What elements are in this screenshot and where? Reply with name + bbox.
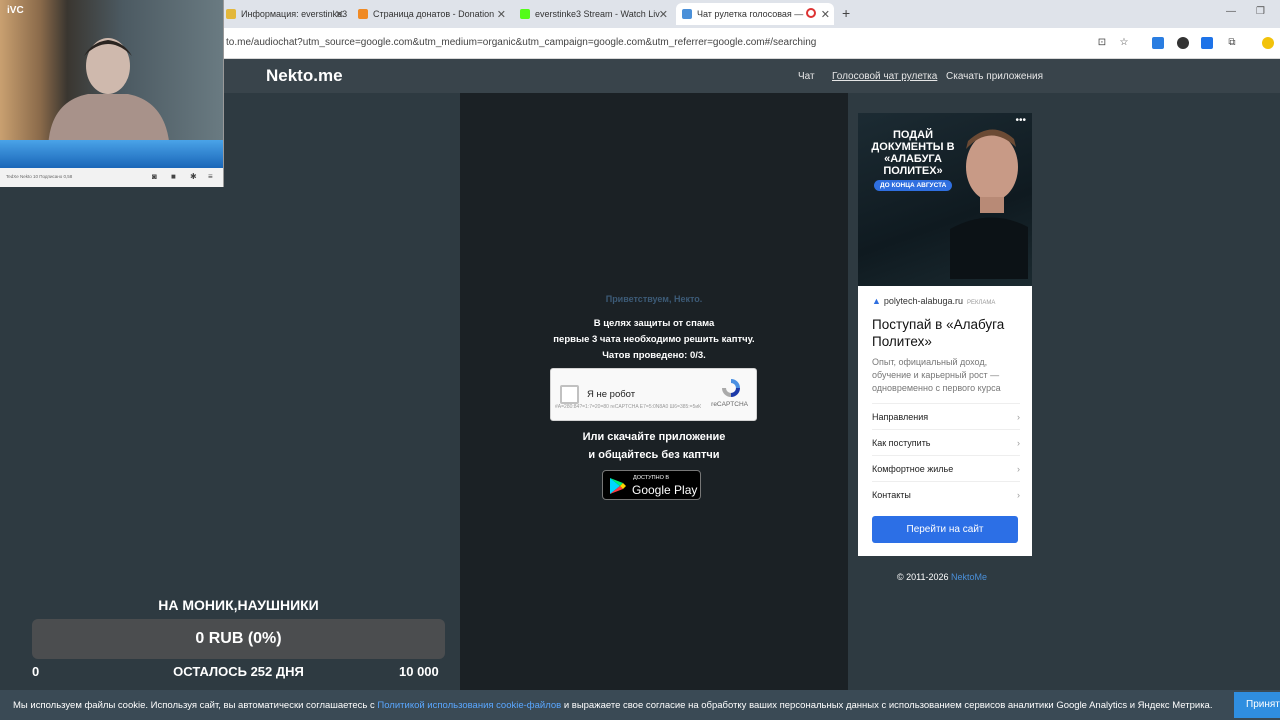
arrow-up-icon: ▲ (872, 296, 881, 306)
chats-count-text: Чатов проведено: 0/3. (602, 350, 706, 361)
video-icon[interactable]: ■ (171, 172, 176, 181)
cookie-banner: Мы используем файлы cookie. Используя са… (0, 690, 1280, 720)
ad-link-contacts[interactable]: Контакты › (872, 481, 1020, 507)
donation-remaining: ОСТАЛОСЬ 252 ДНЯ (173, 664, 304, 679)
nav-chat[interactable]: Чат (798, 71, 815, 82)
nav-voice-chat[interactable]: Голосовой чат рулетка (832, 71, 937, 82)
tab-kick-stream[interactable]: everstinke3 Stream - Watch Liv ✕ (514, 3, 672, 25)
recaptcha-debug-text: #A=280:84?=1:7=20=80 reCAPTCHA E7=5:0N8A… (555, 404, 702, 410)
close-icon[interactable]: ✕ (497, 8, 506, 21)
chevron-right-icon: › (1017, 411, 1020, 422)
tab-title: Страница донатов - Donation (373, 9, 495, 19)
cookie-text-before: Мы используем файлы cookie. Используя са… (13, 700, 378, 711)
extension-icon[interactable] (1177, 37, 1189, 49)
close-icon[interactable]: ✕ (659, 8, 668, 21)
donation-max-value: 10 000 (399, 664, 439, 679)
url-field[interactable]: to.me/audiochat?utm_source=google.com&ut… (226, 37, 816, 48)
favicon-icon (358, 9, 368, 19)
ad-link-how-to-apply[interactable]: Как поступить › (872, 429, 1020, 455)
recaptcha-label: Я не робот (587, 389, 636, 400)
tab-title: Чат рулетка голосовая — (697, 9, 804, 19)
cookie-text-after: и выражаете свое согласие на обработку в… (561, 700, 1213, 711)
ad-link-directions[interactable]: Направления › (872, 403, 1020, 429)
app-promo-line: и общайтесь без каптчи (588, 449, 720, 461)
camera-icon[interactable]: ◙ (152, 172, 157, 181)
minimize-icon[interactable]: — (1226, 6, 1236, 17)
cookie-text: Мы используем файлы cookie. Используя са… (13, 700, 1212, 711)
install-app-icon[interactable]: ⊡ (1096, 37, 1108, 49)
favicon-icon (226, 9, 236, 19)
cookie-policy-link[interactable]: Политикой использования cookie-файлов (377, 700, 561, 711)
spam-notice-line: первые 3 чата необходимо решить каптчу. (553, 334, 755, 345)
favicon-icon (682, 9, 692, 19)
greeting-text: Приветствуем, Некто. (605, 294, 703, 304)
webcam-person-image (48, 38, 170, 152)
tab-everstinke-info[interactable]: Информация: everstinke3 ✕ (220, 3, 348, 25)
tab-title: everstinke3 Stream - Watch Liv (535, 9, 660, 19)
recaptcha-logo-icon (722, 379, 740, 397)
ad-menu-icon[interactable]: ••• (1015, 115, 1026, 126)
ad-description: Опыт, официальный доход, обучение и карь… (872, 357, 1001, 393)
recaptcha-widget: Я не робот #A=280:84?=1:7=20=80 reCAPTCH… (550, 368, 757, 421)
favicon-icon (520, 9, 530, 19)
copyright-link[interactable]: NektoMe (951, 572, 987, 582)
ad-link-housing[interactable]: Комфортное жилье › (872, 455, 1020, 481)
accept-cookie-button[interactable]: Принять (1234, 692, 1280, 718)
ad-cta-button[interactable]: Перейти на сайт (872, 516, 1018, 543)
ad-block[interactable]: ПОДАЙ ДОКУМЕНТЫ В «АЛАБУГА ПОЛИТЕХ» ДО К… (858, 113, 1032, 556)
menu-icon[interactable]: ≡ (208, 172, 213, 181)
gplay-big-text: Google Play (632, 483, 698, 497)
tab-donations[interactable]: Страница донатов - Donation ✕ (352, 3, 510, 25)
close-icon[interactable]: ✕ (335, 8, 344, 21)
ad-link-label: Контакты (872, 489, 911, 500)
gear-icon[interactable]: ✱ (190, 172, 197, 181)
recaptcha-brand: reCAPTCHA (711, 401, 748, 408)
ad-image-badge: ДО КОНЦА АВГУСТА (874, 180, 953, 191)
webcam-watermark: iVC (7, 5, 24, 16)
app-promo-line: Или скачайте приложение (582, 431, 726, 443)
ad-link-label: Как поступить (872, 437, 931, 448)
copyright: © 2011-2026 NektoMe (897, 572, 987, 582)
maximize-icon[interactable]: ❐ (1256, 6, 1265, 17)
profile-avatar[interactable] (1262, 37, 1274, 49)
download-extension-icon[interactable] (1201, 37, 1213, 49)
copyright-text: © 2011-2026 (897, 572, 952, 582)
new-tab-button[interactable]: + (842, 5, 850, 21)
ad-person-image (950, 129, 1028, 279)
extensions-puzzle-icon[interactable]: ⧉ (1226, 37, 1238, 49)
webcam-toolbar: TedXe Nekto 10 Подписано 0,58 ◙ ■ ✱ ≡ (0, 168, 223, 187)
ad-link-label: Комфортное жилье (872, 463, 954, 474)
ad-image[interactable]: ПОДАЙ ДОКУМЕНТЫ В «АЛАБУГА ПОЛИТЕХ» ДО К… (858, 113, 1032, 286)
ad-image-headline: ПОДАЙ ДОКУМЕНТЫ В «АЛАБУГА ПОЛИТЕХ» (871, 129, 955, 177)
google-play-button[interactable]: ДОСТУПНО В Google Play (602, 470, 701, 500)
recording-icon (806, 8, 816, 18)
ad-title[interactable]: Поступай в «Алабуга Политех» (872, 316, 1022, 350)
chevron-right-icon: › (1017, 437, 1020, 448)
site-logo[interactable]: Nekto.me (266, 66, 343, 86)
google-play-icon (610, 478, 626, 494)
spam-notice-line: В целях защиты от спама (593, 318, 715, 329)
donation-goal-title: НА МОНИК,НАУШНИКИ (158, 597, 319, 613)
chevron-right-icon: › (1017, 463, 1020, 474)
webcam-toolbar-text: TedXe Nekto 10 Подписано 0,58 (6, 174, 73, 179)
nav-download-apps[interactable]: Скачать приложения (946, 71, 1043, 82)
ad-domain[interactable]: ▲ polytech-alabuga.ru РЕКЛАМА (872, 296, 995, 306)
close-icon[interactable]: ✕ (821, 8, 830, 21)
donation-progress-bar: 0 RUB (0%) (32, 619, 445, 659)
ad-domain-text: polytech-alabuga.ru (883, 296, 963, 306)
tab-title: Информация: everstinke3 (241, 9, 348, 19)
captcha-panel: Приветствуем, Некто. В целях защиты от с… (460, 93, 848, 690)
bookmark-star-icon[interactable]: ☆ (1118, 37, 1130, 49)
tab-chat-roulette[interactable]: Чат рулетка голосовая — ✕ (676, 3, 834, 25)
site-header: Nekto.me Чат Голосовой чат рулетка Скача… (224, 59, 1280, 93)
webcam-desk-light (0, 140, 223, 168)
ad-label: РЕКЛАМА (966, 300, 996, 306)
webcam-overlay: iVC TedXe Nekto 10 Подписано 0,58 ◙ ■ ✱ … (0, 0, 224, 187)
donation-amount: 0 RUB (0%) (195, 630, 282, 647)
chevron-right-icon: › (1017, 489, 1020, 500)
ad-link-label: Направления (872, 411, 929, 422)
recaptcha-checkbox[interactable] (560, 385, 579, 404)
gplay-small-text: ДОСТУПНО В (633, 475, 670, 481)
extension-icon[interactable] (1152, 37, 1164, 49)
